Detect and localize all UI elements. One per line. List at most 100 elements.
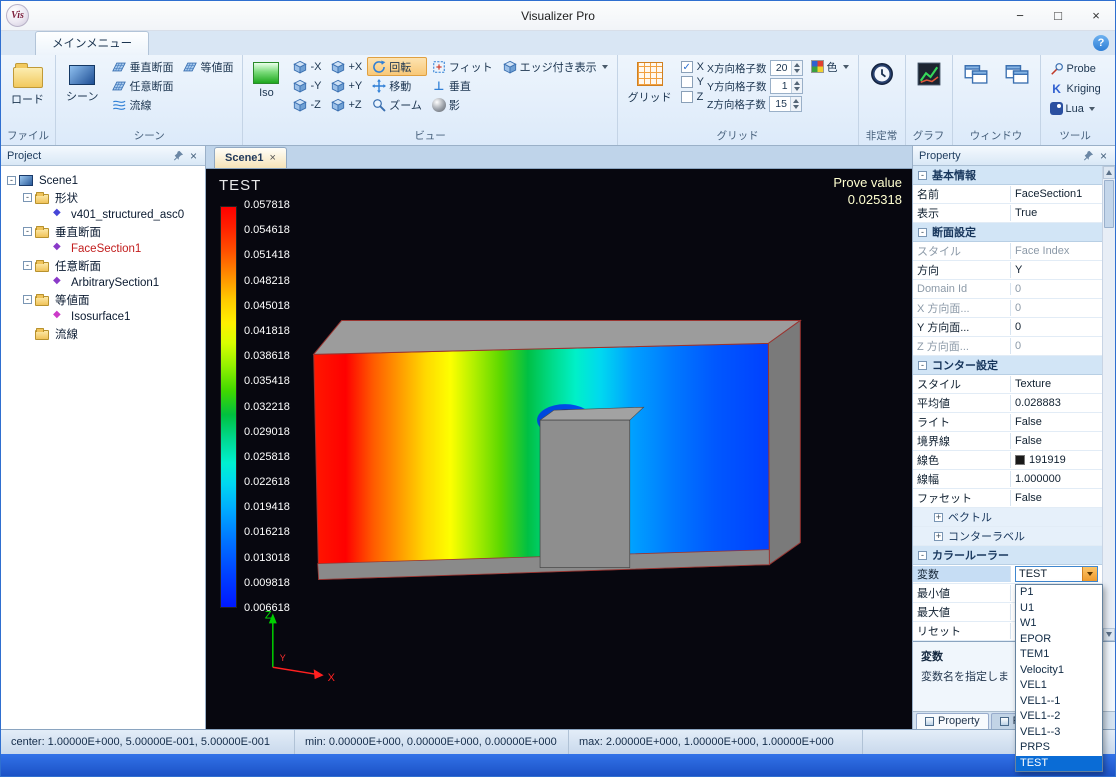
property-value[interactable]: 191919: [1011, 454, 1102, 466]
dropdown-item[interactable]: EPOR: [1016, 632, 1102, 648]
tree-item[interactable]: ArbitrarySection1: [3, 274, 203, 291]
tree-expander-icon[interactable]: [23, 261, 32, 270]
expand-icon[interactable]: [934, 513, 943, 522]
property-row[interactable]: Domain Id 0: [913, 280, 1102, 299]
stepper-arrows-icon[interactable]: [791, 79, 802, 93]
tree-item[interactable]: 垂直断面: [3, 223, 203, 240]
property-row-color[interactable]: 線色 191919: [913, 451, 1102, 470]
panel-close-icon[interactable]: ×: [186, 148, 201, 163]
pin-icon[interactable]: [1081, 148, 1096, 163]
property-value[interactable]: 0: [1011, 321, 1102, 333]
dropdown-item[interactable]: VEL1--1: [1016, 694, 1102, 710]
tree-expander-icon[interactable]: [23, 295, 32, 304]
property-subsection-header[interactable]: ベクトル: [913, 508, 1102, 527]
grid-x-count-stepper[interactable]: 20: [770, 60, 803, 76]
tree-item[interactable]: Isosurface1: [3, 308, 203, 325]
stepper-arrows-icon[interactable]: [790, 97, 801, 111]
window-layout-button[interactable]: [957, 57, 995, 89]
property-scrollbar[interactable]: [1102, 166, 1115, 641]
view-plus-y-button[interactable]: +Y: [326, 76, 367, 95]
dropdown-item[interactable]: TEST: [1016, 756, 1102, 772]
property-value[interactable]: Texture: [1011, 378, 1102, 390]
property-section-header[interactable]: コンター設定: [913, 356, 1102, 375]
property-row-variable[interactable]: 変数 TEST: [913, 565, 1102, 584]
help-button[interactable]: ?: [1093, 35, 1109, 51]
property-row[interactable]: 方向 Y: [913, 261, 1102, 280]
tab-main-menu[interactable]: メインメニュー: [35, 31, 149, 55]
tree-item[interactable]: 流線: [3, 325, 203, 342]
tree-item[interactable]: v401_structured_asc0: [3, 206, 203, 223]
3d-scene[interactable]: Z X Y: [206, 169, 912, 729]
maximize-button[interactable]: □: [1039, 1, 1077, 30]
tree-item[interactable]: Scene1: [3, 172, 203, 189]
expand-icon[interactable]: [934, 532, 943, 541]
property-row[interactable]: X 方向面... 0: [913, 299, 1102, 318]
dropdown-item[interactable]: VEL1--2: [1016, 709, 1102, 725]
property-section-header[interactable]: 断面設定: [913, 223, 1102, 242]
minimize-button[interactable]: −: [1001, 1, 1039, 30]
dropdown-item[interactable]: P1: [1016, 585, 1102, 601]
isosurface-button[interactable]: 等値面: [178, 57, 238, 76]
collapse-icon[interactable]: [918, 361, 927, 370]
collapse-icon[interactable]: [918, 551, 927, 560]
load-button[interactable]: ロード: [5, 57, 50, 110]
dropdown-item[interactable]: Velocity1: [1016, 663, 1102, 679]
window-tile-button[interactable]: [998, 57, 1036, 89]
close-button[interactable]: ×: [1077, 1, 1115, 30]
3d-viewport[interactable]: Z X Y TEST Prove value 0.025318 0.057818: [206, 169, 912, 729]
property-row[interactable]: 境界線 False: [913, 432, 1102, 451]
tab-property[interactable]: Property: [916, 713, 989, 729]
property-row[interactable]: スタイル Face Index: [913, 242, 1102, 261]
dropdown-item[interactable]: W1: [1016, 616, 1102, 632]
property-row[interactable]: 表示 True: [913, 204, 1102, 223]
dropdown-item[interactable]: PRPS: [1016, 740, 1102, 756]
edge-display-button[interactable]: エッジ付き表示: [498, 57, 613, 76]
fit-button[interactable]: フィット: [427, 57, 498, 76]
collapse-icon[interactable]: [918, 228, 927, 237]
dropdown-item[interactable]: VEL1: [1016, 678, 1102, 694]
scene-button[interactable]: シーン: [60, 57, 104, 107]
property-value[interactable]: 0: [1011, 283, 1102, 295]
view-plus-x-button[interactable]: +X: [326, 57, 367, 76]
scroll-down-arrow[interactable]: [1103, 628, 1115, 641]
property-row[interactable]: ライト False: [913, 413, 1102, 432]
view-minus-z-button[interactable]: -Z: [288, 95, 326, 114]
tree-item[interactable]: 等値面: [3, 291, 203, 308]
taskbar[interactable]: [1, 754, 1115, 776]
property-value[interactable]: 0: [1011, 340, 1102, 352]
property-value[interactable]: False: [1011, 492, 1102, 504]
property-value[interactable]: 1.000000: [1011, 473, 1102, 485]
grid-z-checkbox[interactable]: [681, 91, 693, 103]
property-row[interactable]: Y 方向面... 0: [913, 318, 1102, 337]
property-value[interactable]: False: [1011, 416, 1102, 428]
streamline-button[interactable]: 流線: [107, 95, 238, 114]
vertical-section-button[interactable]: 垂直断面: [107, 57, 178, 76]
property-row[interactable]: Z 方向面... 0: [913, 337, 1102, 356]
grid-y-count-stepper[interactable]: 1: [770, 78, 803, 94]
arbitrary-section-button[interactable]: 任意断面: [107, 76, 238, 95]
scrollbar-thumb[interactable]: [1104, 180, 1114, 228]
property-value[interactable]: FaceSection1: [1011, 188, 1102, 200]
stepper-arrows-icon[interactable]: [791, 61, 802, 75]
grid-button[interactable]: グリッド: [622, 57, 678, 108]
rotate-button[interactable]: 回転: [367, 57, 427, 76]
tree-expander-icon[interactable]: [23, 227, 32, 236]
dropdown-item[interactable]: U1: [1016, 601, 1102, 617]
property-value[interactable]: 0: [1011, 302, 1102, 314]
shadow-button[interactable]: 影: [427, 95, 498, 114]
property-row[interactable]: 名前 FaceSection1: [913, 185, 1102, 204]
unsteady-button[interactable]: [863, 57, 901, 89]
grid-y-checkbox[interactable]: [681, 76, 693, 88]
view-minus-x-button[interactable]: -X: [288, 57, 326, 76]
dropdown-item[interactable]: VEL1--3: [1016, 725, 1102, 741]
property-row[interactable]: ファセット False: [913, 489, 1102, 508]
panel-close-icon[interactable]: ×: [1096, 148, 1111, 163]
combobox-dropdown-button[interactable]: [1082, 567, 1097, 581]
property-value[interactable]: 0.028883: [1011, 397, 1102, 409]
property-value[interactable]: Y: [1011, 264, 1102, 276]
iso-view-button[interactable]: Iso: [247, 57, 285, 102]
tree-item[interactable]: 形状: [3, 189, 203, 206]
kriging-button[interactable]: KKriging: [1045, 79, 1106, 98]
probe-button[interactable]: Probe: [1045, 59, 1106, 78]
property-value[interactable]: False: [1011, 435, 1102, 447]
